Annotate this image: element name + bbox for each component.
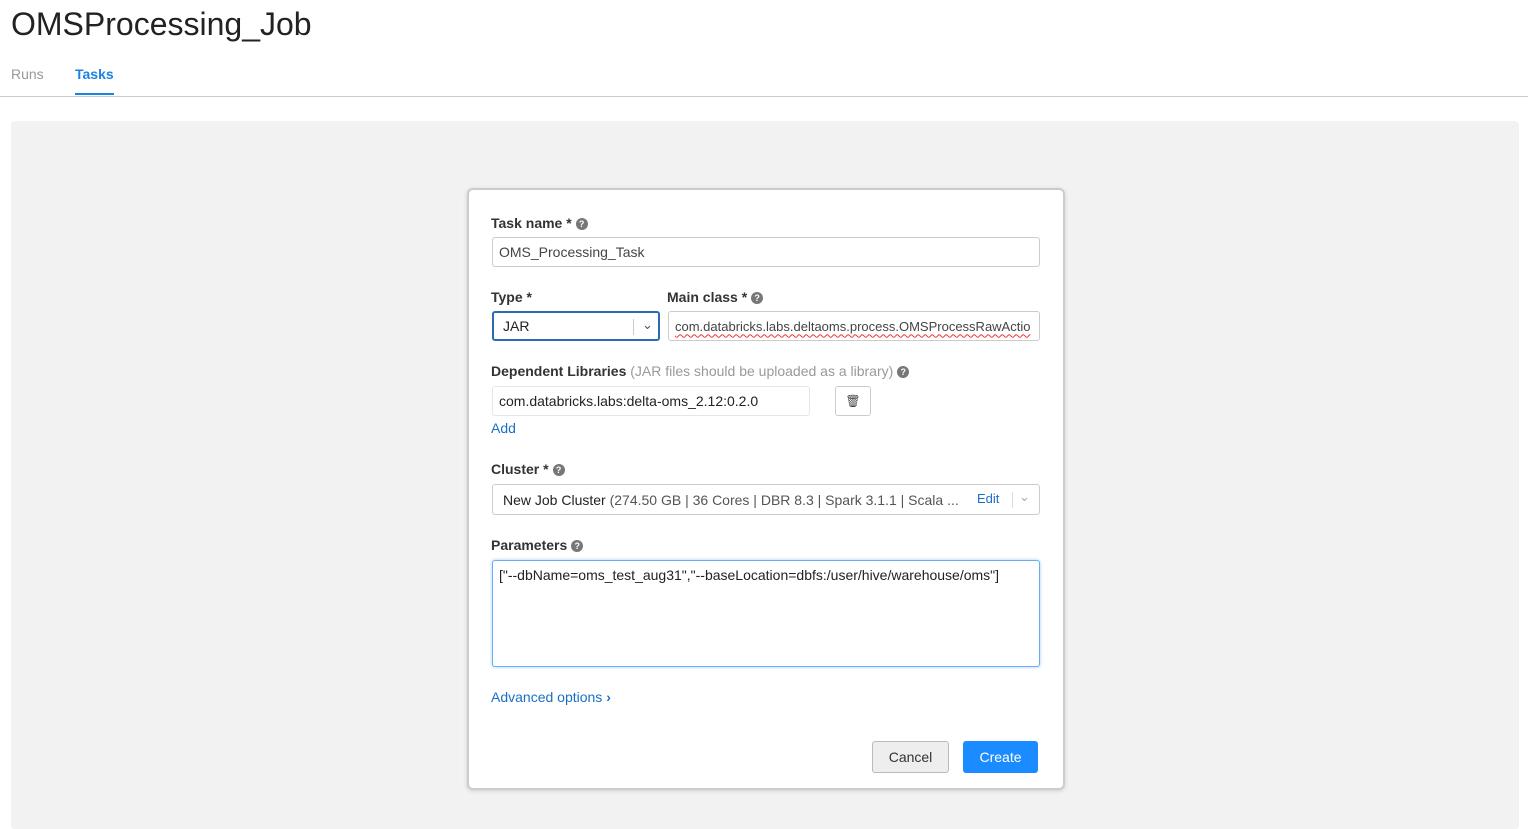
help-icon[interactable]: ? (571, 540, 584, 552)
header-divider (0, 96, 1528, 97)
cluster-details: (274.50 GB | 36 Cores | DBR 8.3 | Spark … (609, 491, 959, 508)
task-name-label: Task name *? (491, 215, 588, 231)
task-name-input[interactable]: OMS_Processing_Task (492, 237, 1040, 267)
tab-tasks[interactable]: Tasks (75, 66, 114, 95)
main-class-value: com.databricks.labs.deltaoms.process.OMS… (675, 318, 1031, 334)
add-library-link[interactable]: Add (491, 420, 516, 436)
edit-cluster-link[interactable]: Edit (977, 491, 999, 506)
type-select[interactable]: JAR ⌄ (492, 311, 660, 341)
chevron-down-icon: ⌄ (642, 317, 653, 332)
type-value: JAR (503, 318, 530, 334)
chevron-down-icon[interactable]: ⌄ (1019, 489, 1030, 505)
parameters-textarea[interactable]: ["--dbName=oms_test_aug31","--baseLocati… (492, 560, 1040, 667)
page-title: OMSProcessing_Job (11, 6, 312, 42)
select-separator (1012, 492, 1013, 508)
dependent-libraries-label: Dependent Libraries (JAR files should be… (491, 363, 910, 379)
main-class-label: Main class *? (667, 289, 764, 305)
select-separator (633, 319, 634, 335)
parameters-label: Parameters? (491, 537, 584, 553)
help-icon[interactable]: ? (897, 366, 910, 378)
library-input[interactable]: com.databricks.labs:delta-oms_2.12:0.2.0 (492, 386, 810, 416)
trash-icon: 🗑 (845, 394, 861, 408)
main-class-input[interactable]: com.databricks.labs.deltaoms.process.OMS… (668, 311, 1040, 341)
help-icon[interactable]: ? (552, 464, 565, 476)
advanced-options-link[interactable]: Advanced options › (491, 689, 611, 705)
create-button[interactable]: Create (963, 741, 1038, 773)
cluster-label: Cluster *? (491, 461, 565, 477)
cancel-button[interactable]: Cancel (872, 741, 949, 773)
cluster-select[interactable]: New Job Cluster (274.50 GB | 36 Cores | … (492, 484, 1040, 515)
help-icon[interactable]: ? (575, 218, 588, 230)
type-label: Type * (491, 289, 532, 305)
tab-runs[interactable]: Runs (11, 66, 44, 82)
chevron-right-icon: › (606, 689, 611, 705)
delete-library-button[interactable]: 🗑 (835, 386, 871, 416)
help-icon[interactable]: ? (751, 292, 764, 304)
cluster-name: New Job Cluster (503, 491, 606, 508)
